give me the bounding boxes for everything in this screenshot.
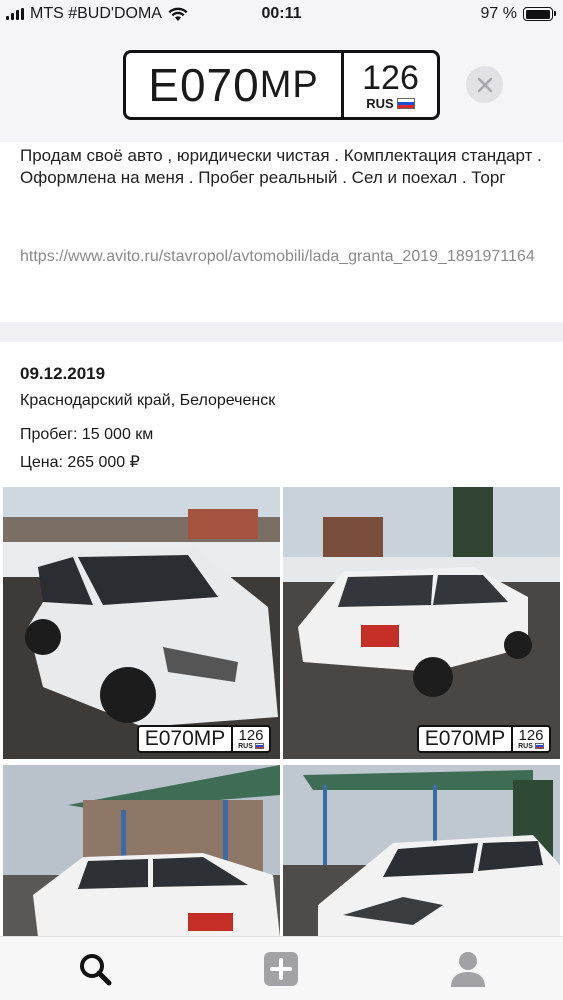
battery-icon <box>523 7 556 21</box>
plate-overlay-region: 126 RUS <box>233 727 269 751</box>
plate-overlay-number: Е070МР <box>419 727 513 751</box>
listing-region: Краснодарский край, Белореченск <box>20 392 276 409</box>
ad-description: Продам своё авто , юридически чистая . К… <box>20 146 542 187</box>
ad-description-card: Е 070 МР 126 RUS Продам своё авто , юридич… <box>0 30 563 322</box>
car-photo-image <box>3 765 280 937</box>
plate-letter: Е <box>148 59 180 111</box>
photo-front-left[interactable]: Е070МР 126 RUS <box>3 487 280 759</box>
plate-overlay-country: RUS <box>518 743 544 750</box>
plate-overlay-country: RUS <box>238 743 264 750</box>
plate-overlay-country-code: RUS <box>518 742 533 750</box>
tab-profile[interactable] <box>448 949 488 989</box>
plate-overlay-region-code: 126 <box>518 726 544 744</box>
ad-link[interactable]: https://www.avito.ru/stavropol/avtomobil… <box>20 245 545 268</box>
photo-rear-right[interactable]: Е070МР 126 RUS <box>283 487 560 759</box>
photo-side-shelter[interactable] <box>3 765 280 937</box>
plate-overlay-country-code: RUS <box>238 742 253 750</box>
listing-card[interactable]: 09.12.2019 Краснодарский край, Белоречен… <box>0 342 563 937</box>
close-button[interactable] <box>466 66 503 103</box>
battery-percent: 97 % <box>480 5 517 22</box>
battery-group: 97 % <box>480 5 556 23</box>
plate-series: МР <box>259 63 319 106</box>
plate-country-code: RUS <box>366 95 394 111</box>
add-icon <box>264 952 298 986</box>
close-icon <box>477 77 492 92</box>
car-photo-image <box>283 487 560 759</box>
plate-number: Е 070 МР <box>126 53 344 117</box>
photo-front-shelter[interactable] <box>283 765 560 937</box>
tab-bar <box>0 936 563 1000</box>
plate-overlay: Е070МР 126 RUS <box>137 725 271 753</box>
plate-region: 126 RUS <box>344 53 437 117</box>
plate-region-code: 126 <box>362 58 419 97</box>
russian-flag-icon <box>254 743 264 749</box>
plate-overlay: Е070МР 126 RUS <box>417 725 551 753</box>
plate-overlay-region: 126 RUS <box>513 727 549 751</box>
car-photo-image <box>3 487 280 759</box>
car-photo-image <box>283 765 560 937</box>
status-bar: MTS #BUD'DOMA 00:11 97 % <box>0 0 563 30</box>
search-icon <box>80 954 112 986</box>
plate-digits: 070 <box>179 59 260 111</box>
russian-flag-icon <box>396 97 415 109</box>
tab-add[interactable] <box>261 949 301 989</box>
plate-country: RUS <box>366 95 415 111</box>
listing-date: 09.12.2019 <box>20 364 106 383</box>
tab-search[interactable] <box>75 949 115 989</box>
profile-icon <box>451 952 485 987</box>
listing-price: Цена: 265 000 ₽ <box>20 454 140 471</box>
listing-mileage: Пробег: 15 000 км <box>20 426 154 443</box>
header: Е 070 МР 126 RUS <box>0 30 563 142</box>
status-time: 00:11 <box>261 5 302 22</box>
plate-overlay-number: Е070МР <box>139 727 233 751</box>
license-plate: Е 070 МР 126 RUS <box>123 50 440 120</box>
plate-overlay-region-code: 126 <box>238 726 264 744</box>
russian-flag-icon <box>534 743 544 749</box>
battery-level <box>525 9 550 19</box>
